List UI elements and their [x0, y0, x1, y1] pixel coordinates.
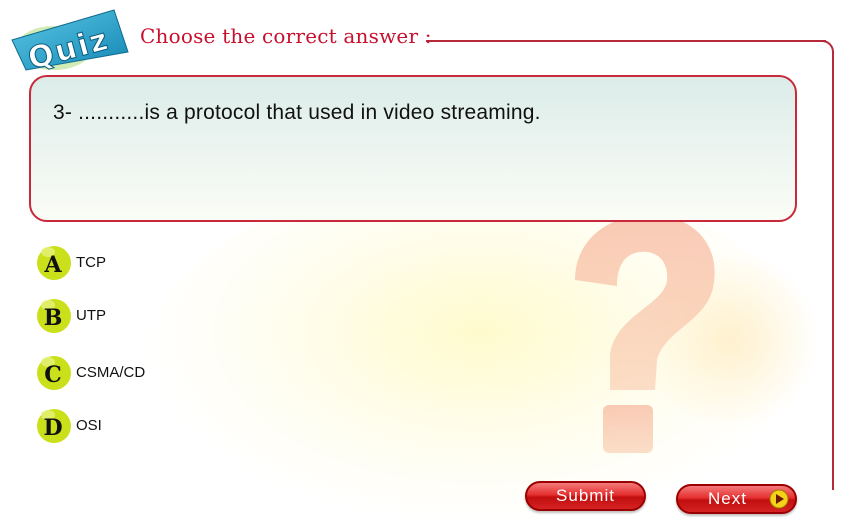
- option-letter: C: [44, 362, 62, 388]
- option-label: CSMA/CD: [76, 364, 146, 381]
- option-c[interactable]: C CSMA/CD: [34, 352, 194, 392]
- letter-ball-icon: D: [37, 409, 71, 443]
- frame-line-top: [426, 40, 826, 42]
- next-button[interactable]: Next: [676, 484, 797, 514]
- letter-ball-icon: B: [37, 299, 71, 333]
- option-label: TCP: [76, 254, 106, 271]
- option-letter: B: [44, 305, 63, 331]
- option-b[interactable]: B UTP: [34, 295, 194, 335]
- option-label: UTP: [76, 307, 106, 324]
- question-mark-icon: [575, 214, 715, 453]
- submit-button[interactable]: Submit: [525, 481, 646, 511]
- option-d[interactable]: D OSI: [34, 405, 194, 445]
- next-button-label: Next: [708, 489, 747, 508]
- question-box: 3- ...........is a protocol that used in…: [29, 75, 797, 222]
- play-icon: [769, 489, 789, 509]
- letter-ball-icon: A: [37, 246, 71, 280]
- frame-line-right: [832, 54, 834, 490]
- option-letter: A: [43, 252, 62, 278]
- letter-ball-icon: C: [37, 356, 71, 390]
- option-label: OSI: [76, 417, 102, 434]
- option-letter: D: [43, 415, 62, 441]
- instruction-title: Choose the correct answer :: [140, 24, 432, 48]
- question-text: 3- ...........is a protocol that used in…: [53, 101, 541, 124]
- quiz-badge: Quiz: [11, 9, 129, 74]
- option-a[interactable]: A TCP: [34, 242, 194, 282]
